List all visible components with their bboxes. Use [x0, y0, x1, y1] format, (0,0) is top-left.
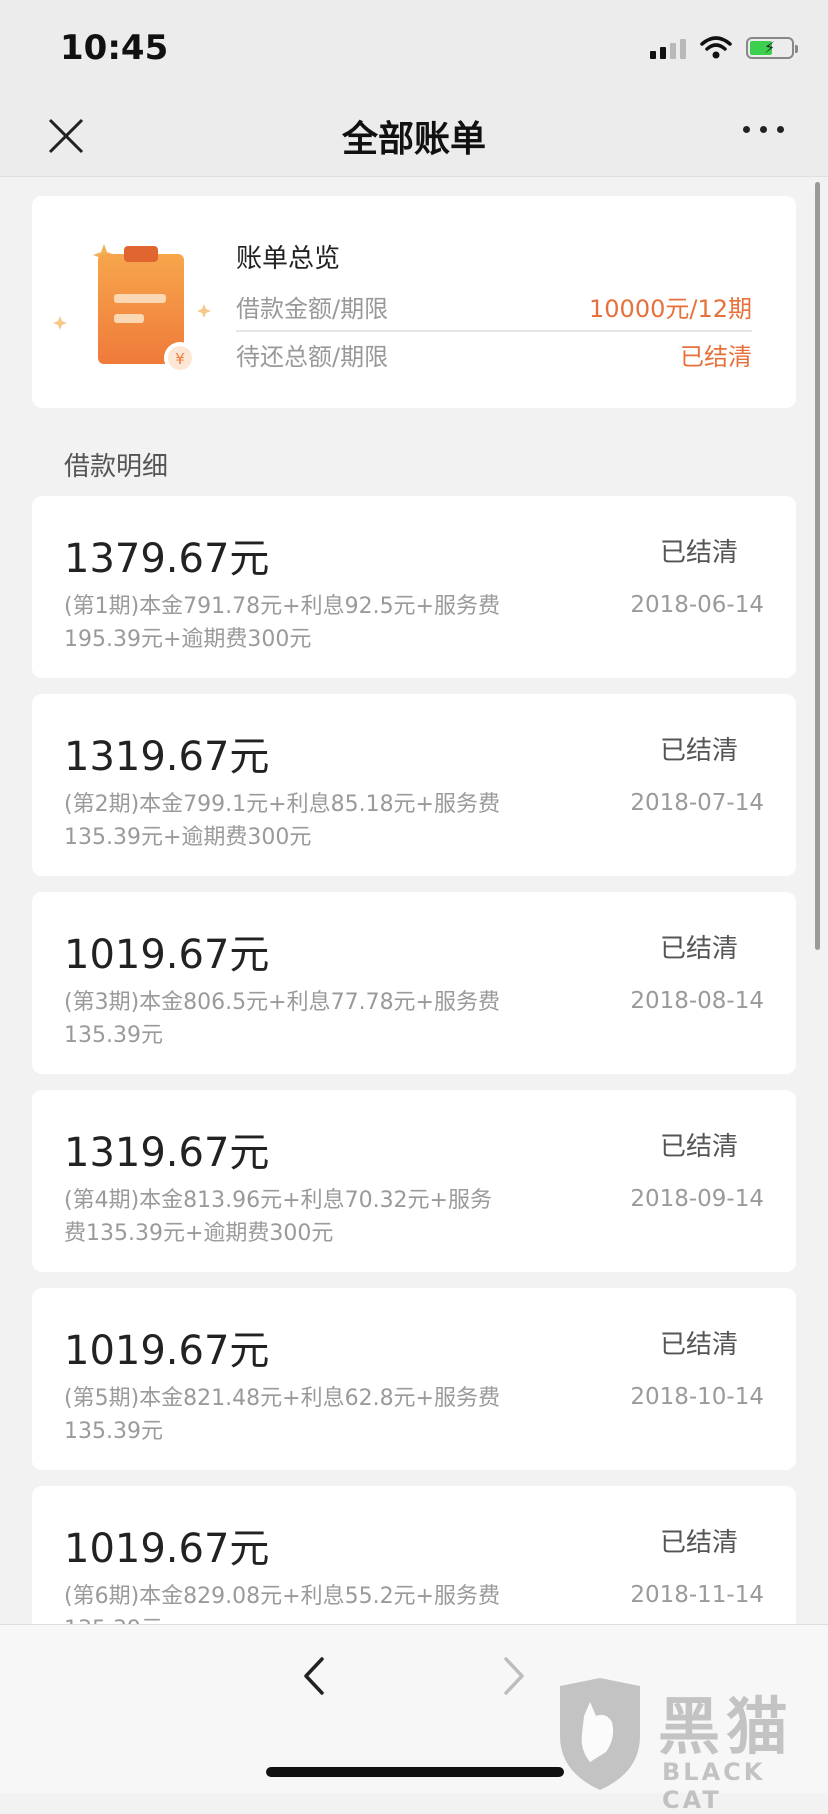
battery-icon: ⚡	[746, 37, 798, 59]
overview-title: 账单总览	[236, 244, 341, 274]
wifi-icon	[700, 36, 732, 59]
bill-date: 2018-08-14	[630, 988, 764, 1014]
bill-detail: (第3期)本金806.5元+利息77.78元+服务费135.39元	[64, 990, 500, 1048]
overview-row-loan: 借款金额/期限 10000元/12期	[236, 286, 752, 326]
overview-value: 已结清	[680, 342, 752, 371]
bill-detail: (第5期)本金821.48元+利息62.8元+服务费135.39元	[64, 1386, 500, 1444]
bill-status: 已结清	[659, 1330, 738, 1360]
watermark-cn: 黑猫	[658, 1690, 795, 1763]
bill-detail: (第2期)本金799.1元+利息85.18元+服务费135.39元+逾期费300…	[64, 792, 500, 850]
page-title: 全部账单	[341, 119, 486, 160]
bill-date: 2018-06-14	[630, 592, 764, 618]
bill-status: 已结清	[659, 934, 738, 964]
overview-value: 10000元/12期	[589, 294, 752, 323]
home-indicator[interactable]	[266, 1767, 564, 1777]
watermark-en: BLACK CAT	[662, 1758, 766, 1814]
bill-status: 已结清	[659, 736, 738, 766]
nav-bar: 全部账单	[0, 96, 828, 177]
bill-amount: 1019.67元	[64, 1328, 270, 1374]
bill-clipboard-icon: ¥	[53, 244, 211, 374]
bill-detail: (第1期)本金791.78元+利息92.5元+服务费195.39元+逾期费300…	[64, 594, 500, 652]
chevron-right-icon[interactable]	[494, 1651, 534, 1701]
bill-card[interactable]: 1379.67元 已结清 (第1期)本金791.78元+利息92.5元+服务费1…	[32, 496, 796, 678]
overview-row-remaining: 待还总额/期限 已结清	[236, 334, 752, 374]
bill-date: 2018-09-14	[630, 1186, 764, 1212]
status-icons: ⚡	[650, 36, 798, 60]
section-label-loan-details: 借款明细	[64, 452, 169, 482]
status-bar: 10:45 ⚡	[0, 0, 828, 96]
chevron-left-icon[interactable]	[294, 1651, 334, 1701]
bill-detail: (第4期)本金813.96元+利息70.32元+服务费135.39元+逾期费30…	[64, 1188, 492, 1246]
signal-icon	[650, 37, 686, 59]
bill-overview-card: ¥ 账单总览 借款金额/期限 10000元/12期 待还总额/期限 已结清	[32, 196, 796, 408]
bill-amount: 1379.67元	[64, 536, 270, 582]
bill-amount: 1019.67元	[64, 932, 270, 978]
bill-status: 已结清	[659, 1528, 738, 1558]
bill-card[interactable]: 1319.67元 已结清 (第4期)本金813.96元+利息70.32元+服务费…	[32, 1090, 796, 1272]
bill-card[interactable]: 1319.67元 已结清 (第2期)本金799.1元+利息85.18元+服务费1…	[32, 694, 796, 876]
divider	[236, 330, 752, 332]
bill-date: 2018-11-14	[630, 1582, 764, 1608]
bill-status: 已结清	[659, 1132, 738, 1162]
black-cat-logo-icon	[560, 1678, 640, 1790]
bill-date: 2018-10-14	[630, 1384, 764, 1410]
bill-card[interactable]: 1019.67元 已结清 (第3期)本金806.5元+利息77.78元+服务费1…	[32, 892, 796, 1074]
overview-label: 借款金额/期限	[236, 294, 389, 323]
bill-status: 已结清	[659, 538, 738, 568]
bill-card[interactable]: 1019.67元 已结清 (第5期)本金821.48元+利息62.8元+服务费1…	[32, 1288, 796, 1470]
status-time: 10:45	[60, 28, 169, 68]
watermark: 黑猫 BLACK CAT	[550, 1676, 820, 1814]
scrollbar[interactable]	[815, 182, 820, 950]
bill-amount: 1319.67元	[64, 1130, 270, 1176]
overview-label: 待还总额/期限	[236, 342, 389, 371]
bill-amount: 1319.67元	[64, 734, 270, 780]
bill-date: 2018-07-14	[630, 790, 764, 816]
more-icon[interactable]	[743, 126, 784, 133]
bill-amount: 1019.67元	[64, 1526, 270, 1572]
svg-text:¥: ¥	[175, 350, 185, 368]
